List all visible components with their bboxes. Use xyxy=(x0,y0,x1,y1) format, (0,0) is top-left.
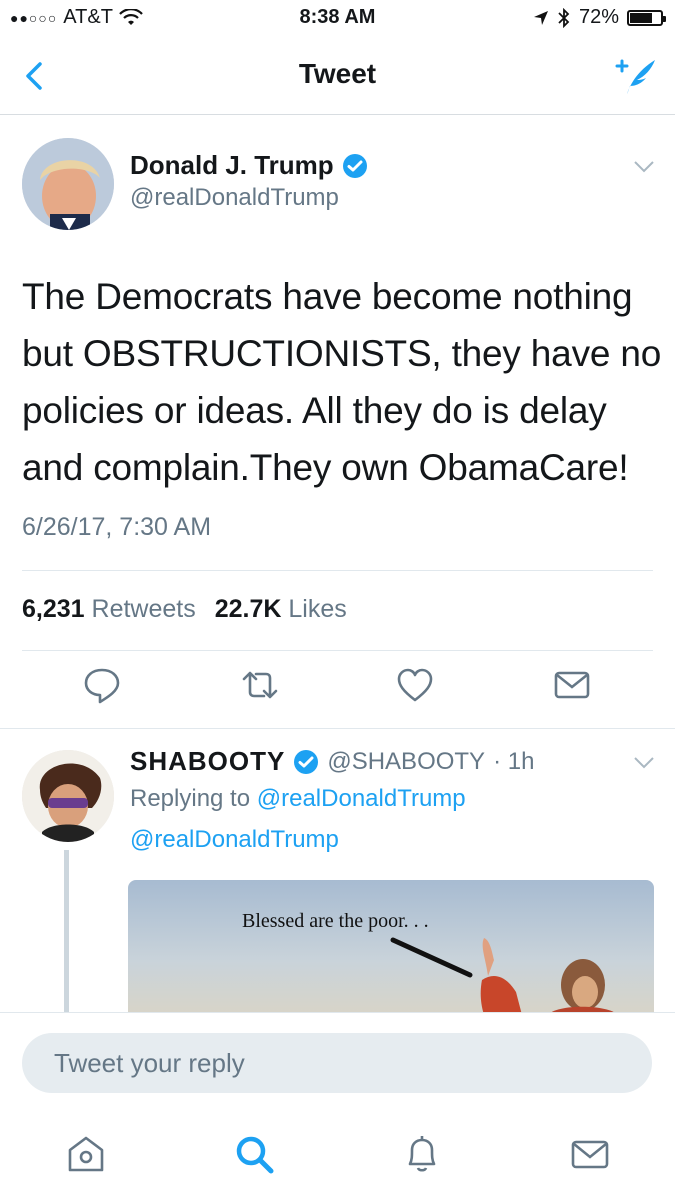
author-handle[interactable]: @realDonaldTrump xyxy=(130,184,339,212)
reply-author-handle[interactable]: @SHABOOTY xyxy=(327,748,485,776)
divider xyxy=(22,570,653,571)
thread-line xyxy=(64,850,69,1015)
avatar-image xyxy=(22,138,114,230)
page-title: Tweet xyxy=(298,58,377,89)
messages-icon[interactable] xyxy=(568,1132,612,1176)
replying-to-label: Replying to xyxy=(130,785,251,812)
tweet-timestamp: 6/26/17, 7:30 AM xyxy=(22,513,212,541)
direct-message-icon[interactable] xyxy=(552,665,592,705)
reply-age: · 1h xyxy=(493,747,535,775)
notifications-icon[interactable] xyxy=(400,1132,444,1176)
avatar-image xyxy=(22,750,114,842)
reply-icon[interactable] xyxy=(82,665,122,705)
tab-bar xyxy=(0,1110,675,1200)
reply-input[interactable] xyxy=(22,1033,652,1093)
status-indicators: 72% xyxy=(533,6,666,29)
verified-icon xyxy=(294,749,319,774)
tweet-text: The Democrats have become nothing but OB… xyxy=(22,276,662,488)
like-icon[interactable] xyxy=(395,665,435,705)
verified-icon xyxy=(342,153,367,178)
replying-to: Replying to @realDonaldTrump xyxy=(130,785,466,813)
likes-label[interactable]: Likes xyxy=(288,595,346,623)
reply-author-name[interactable]: SHABOOTY xyxy=(130,746,285,777)
author-name[interactable]: Donald J. Trump xyxy=(130,150,334,181)
location-icon xyxy=(533,10,548,25)
retweets-count[interactable]: 6,231 xyxy=(22,595,85,623)
reply-compose-bar xyxy=(0,1012,675,1111)
navigation-bar: Tweet xyxy=(0,40,675,115)
engagement-stats: 6,231 Retweets 22.7K Likes xyxy=(22,595,359,624)
compose-icon[interactable] xyxy=(613,54,659,98)
search-icon[interactable] xyxy=(232,1132,276,1176)
replying-to-link[interactable]: @realDonaldTrump xyxy=(257,785,466,812)
bluetooth-icon xyxy=(558,7,570,28)
reply-text-mention[interactable]: @realDonaldTrump xyxy=(130,826,339,854)
status-bar: ●●○○○ AT&T 8:38 AM 72% xyxy=(0,0,675,40)
retweet-icon[interactable] xyxy=(240,665,280,705)
author-name-row[interactable]: Donald J. Trump xyxy=(130,150,368,181)
retweets-label[interactable]: Retweets xyxy=(92,595,196,623)
chevron-down-icon[interactable] xyxy=(633,756,655,770)
battery-icon xyxy=(627,9,666,26)
reply-author-row[interactable]: SHABOOTY @SHABOOTY · 1h xyxy=(130,746,534,777)
likes-count[interactable]: 22.7K xyxy=(215,595,282,623)
reply-media-image[interactable]: Blessed are the poor. . . xyxy=(128,880,654,1015)
home-icon[interactable] xyxy=(64,1132,108,1176)
battery-percent: 72% xyxy=(578,6,619,28)
media-illustration xyxy=(390,937,618,1015)
chevron-down-icon[interactable] xyxy=(633,160,655,174)
reply-author-avatar[interactable] xyxy=(22,750,114,842)
tweet-actions xyxy=(0,665,675,715)
divider xyxy=(22,650,653,651)
author-avatar[interactable] xyxy=(22,138,114,230)
section-divider xyxy=(0,728,675,729)
